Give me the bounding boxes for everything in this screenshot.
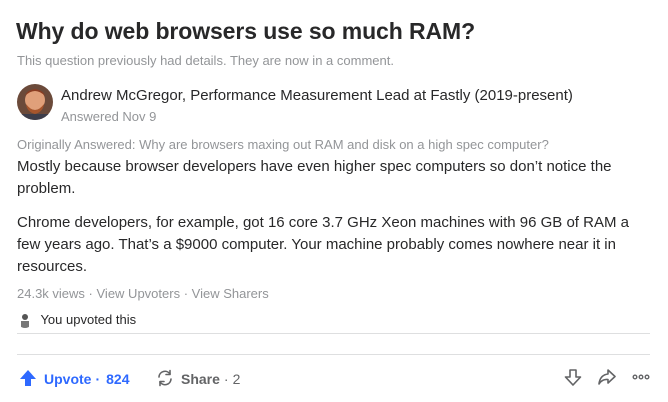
author-avatar[interactable] xyxy=(17,84,53,120)
forward-button[interactable] xyxy=(594,366,620,392)
more-button[interactable] xyxy=(628,366,654,392)
question-details-note: This question previously had details. Th… xyxy=(17,53,394,68)
author-name[interactable]: Andrew McGregor, Performance Measurement… xyxy=(61,87,573,104)
you-upvoted-row: You upvoted this xyxy=(17,311,136,329)
upvote-count: 824 xyxy=(106,371,130,387)
forward-icon xyxy=(597,367,617,392)
author-row: Andrew McGregor, Performance Measurement… xyxy=(17,84,657,126)
view-upvoters-link[interactable]: View Upvoters xyxy=(97,286,181,301)
share-button[interactable]: Share · 2 xyxy=(155,366,240,392)
view-count: 24.3k views xyxy=(17,286,85,301)
answered-date[interactable]: Answered Nov 9 xyxy=(61,109,156,124)
more-dots-icon xyxy=(631,367,651,392)
answer-paragraph: Mostly because browser developers have e… xyxy=(17,158,612,197)
upvote-button[interactable]: Upvote · 824 xyxy=(18,366,129,392)
arrow-down-icon xyxy=(563,367,583,392)
arrow-up-icon xyxy=(18,368,38,391)
downvote-button[interactable] xyxy=(560,366,586,392)
answer-card: Why do web browsers use so much RAM? Thi… xyxy=(0,0,668,402)
share-cycle-icon xyxy=(155,368,175,391)
answer-stats: 24.3k views · View Upvoters · View Share… xyxy=(17,286,269,301)
originally-answered[interactable]: Originally Answered: Why are browsers ma… xyxy=(17,137,549,152)
action-bar: Upvote · 824 Share · 2 xyxy=(0,366,668,392)
answer-paragraph: Chrome developers, for example, got 16 c… xyxy=(17,214,629,275)
share-label: Share xyxy=(181,371,220,387)
question-title[interactable]: Why do web browsers use so much RAM? xyxy=(16,18,656,45)
upvote-label: Upvote xyxy=(44,371,92,387)
view-sharers-link[interactable]: View Sharers xyxy=(192,286,269,301)
comment-divider xyxy=(17,333,650,355)
share-count: 2 xyxy=(232,371,241,387)
you-upvoted-text: You upvoted this xyxy=(40,312,137,328)
right-actions xyxy=(552,366,654,392)
user-avatar xyxy=(17,311,33,328)
